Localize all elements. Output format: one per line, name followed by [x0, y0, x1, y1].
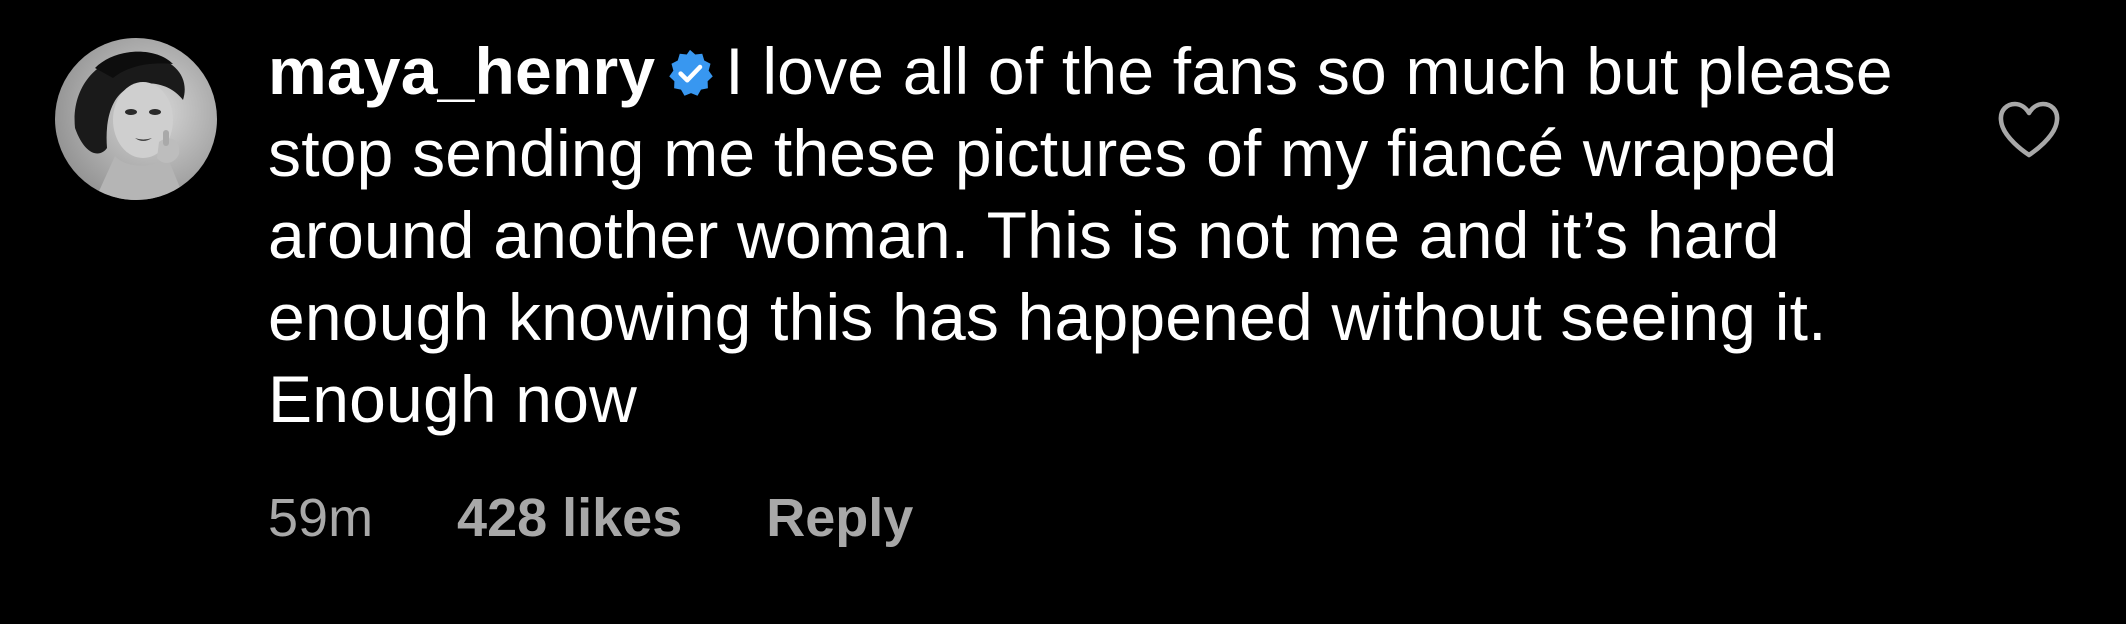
like-button[interactable]	[1996, 100, 2062, 160]
timestamp: 59m	[268, 488, 374, 548]
comment-meta: 59m 428 likes Reply	[268, 478, 913, 558]
heart-outline-icon	[1998, 101, 2060, 158]
comment-text-block: maya_henry I love all of the fans so muc…	[268, 30, 1908, 440]
comment-body: maya_henry I love all of the fans so muc…	[268, 30, 1908, 440]
verified-badge-icon	[665, 48, 715, 98]
likes-count-link[interactable]: 428 likes	[457, 478, 682, 558]
username-link[interactable]: maya_henry	[268, 34, 655, 108]
avatar-photo	[55, 38, 217, 200]
reply-button[interactable]: Reply	[766, 478, 913, 558]
comment-row: maya_henry I love all of the fans so muc…	[0, 0, 2126, 624]
avatar[interactable]	[55, 38, 217, 200]
